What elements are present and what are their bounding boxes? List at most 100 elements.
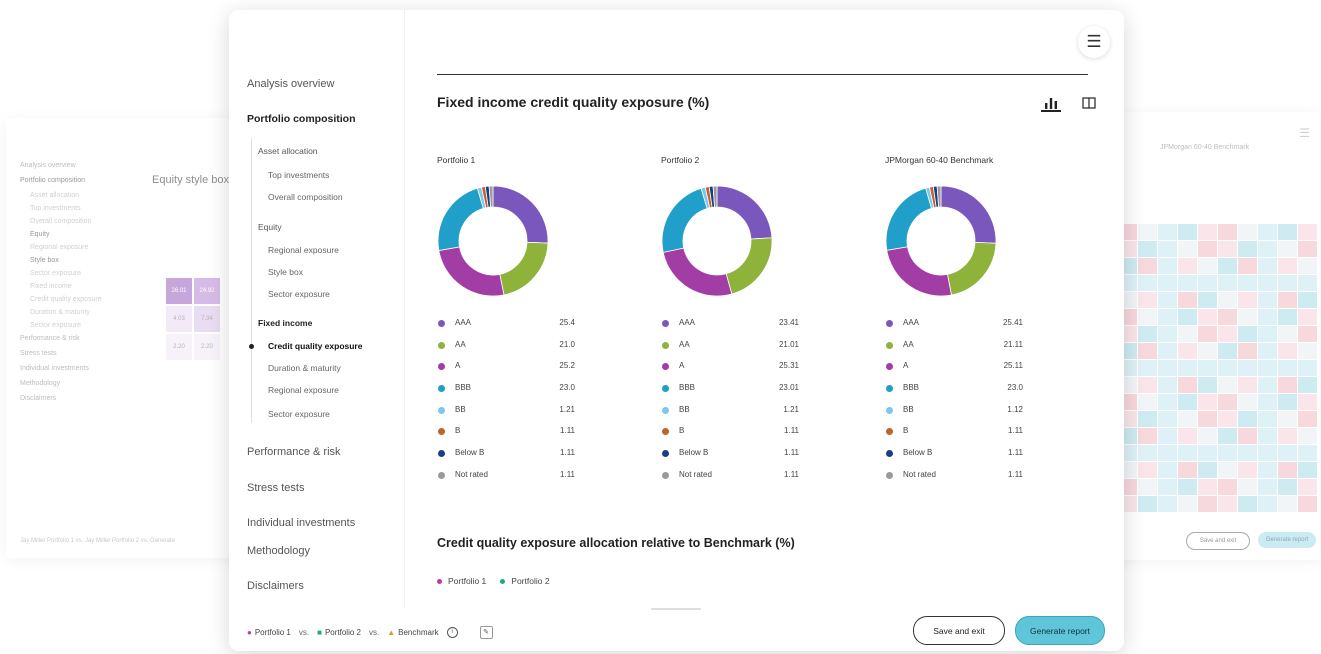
legend-category-label: A: [455, 361, 461, 371]
legend-dot: [886, 471, 893, 479]
bg-nav-item: Performance & risk: [20, 335, 80, 342]
bg-heat-cell: [1278, 343, 1297, 359]
legend-row-below-b: Below B 1.11: [661, 447, 799, 469]
nav-portfolio-composition[interactable]: Portfolio composition: [247, 113, 356, 125]
bg-heat-cell: [1178, 258, 1197, 274]
legend-row-aaa: AAA 25.41: [885, 317, 1023, 339]
bg-heat-cell: [1238, 479, 1257, 495]
main-window: Analysis overview Portfolio composition …: [229, 10, 1124, 651]
bg-heat-cell: [1158, 258, 1177, 274]
legend-dot: [886, 428, 893, 436]
legend-row-b: B 1.11: [661, 425, 799, 447]
subnav-top-investments[interactable]: Top investments: [268, 170, 329, 180]
bg-heat-cell: [1278, 445, 1297, 461]
legend-value: 25.31: [778, 361, 799, 371]
bg-nav-item: Methodology: [20, 380, 61, 387]
bg-heat-cell: [1158, 360, 1177, 376]
bg-nav-item: Sector exposure: [30, 270, 81, 277]
subnav-fixed-income[interactable]: Fixed income: [258, 318, 312, 328]
edit-icon[interactable]: ✎: [479, 626, 493, 639]
bg-heat-cell: [1298, 428, 1317, 444]
legend-row-aa: AA 21.0: [437, 339, 575, 361]
bg-heat-cell: [1278, 411, 1297, 427]
nav-individual-investments[interactable]: Individual investments: [247, 517, 355, 529]
bg-heat-cell: [1138, 343, 1157, 359]
nav-analysis-overview[interactable]: Analysis overview: [247, 78, 334, 90]
table-view-button[interactable]: [1079, 90, 1099, 110]
bg-heat-cell: [1198, 326, 1217, 342]
save-and-exit-button[interactable]: Save and exit: [913, 616, 1005, 645]
nav-performance-risk[interactable]: Performance & risk: [247, 446, 341, 458]
legend-dot: [438, 363, 445, 371]
bg-heat-cell: [1158, 343, 1177, 359]
bar-chart-icon: [1045, 98, 1057, 109]
bg-heat-cell: [1258, 258, 1277, 274]
credit-legend: AAA 25.4 AA 21.0 A 25.2 BBB 23.0 BB 1.21 B 1.11 Belo…: [437, 317, 575, 491]
portfolio-2-column: Portfolio 2 AAA 23.41 AA 21.01 A 25.31 BBB 23.0…: [661, 155, 861, 479]
subnav-style-box[interactable]: Style box: [268, 267, 303, 277]
bg-heat-cell: [1138, 275, 1157, 291]
bg-heat-row: [1118, 224, 1318, 241]
bg-heat-cell: [1238, 241, 1257, 257]
legend-value: 25.11: [1003, 361, 1023, 371]
benchmark-marker: ▲: [387, 628, 396, 637]
legend-value: 1.11: [1008, 426, 1023, 436]
legend-row-below-b: Below B 1.11: [885, 447, 1023, 469]
subnav-duration-maturity[interactable]: Duration & maturity: [268, 363, 341, 373]
legend-value: 1.11: [784, 448, 799, 458]
legend-category-label: B: [903, 426, 909, 436]
nav-disclaimers[interactable]: Disclaimers: [247, 580, 304, 592]
legend-row-aa: AA 21.01: [661, 339, 799, 361]
bg-heat-cell: [1218, 462, 1237, 478]
bg-heat-cell: [1178, 428, 1197, 444]
donut-slice-bbb: [437, 187, 484, 252]
subnav-overall-composition[interactable]: Overall composition: [268, 192, 343, 202]
hamburger-icon: ☰: [1299, 126, 1310, 140]
subnav-equity[interactable]: Equity: [258, 222, 282, 232]
hamburger-menu-button[interactable]: ☰: [1078, 26, 1110, 58]
subnav-portfolio-composition: Asset allocation Top investments Overall…: [249, 138, 402, 423]
subnav-regional-exposure-fi[interactable]: Regional exposure: [268, 385, 339, 395]
bg-heat-cell: [1258, 496, 1277, 512]
bg-heat-cell: [1138, 496, 1157, 512]
legend-category-label: AA: [903, 339, 914, 349]
legend-dot: [886, 450, 893, 458]
subnav-credit-quality-exposure[interactable]: Credit quality exposure: [268, 341, 362, 351]
legend-row-a: A 25.11: [885, 360, 1023, 382]
bg-heat-cell: [1198, 258, 1217, 274]
donut-chart: [885, 185, 997, 297]
generate-report-button[interactable]: Generate report: [1015, 616, 1105, 645]
subnav-asset-allocation[interactable]: Asset allocation: [258, 146, 318, 156]
bg-heat-cell: [1218, 343, 1237, 359]
bg-heat-cell: [1158, 377, 1177, 393]
bg-heat-cell: [1298, 496, 1317, 512]
nav-stress-tests[interactable]: Stress tests: [247, 482, 304, 494]
bg-heat-cell: [1258, 343, 1277, 359]
background-footer: Jay Miller Portfolio 1 vs. Jay Miller Po…: [20, 538, 176, 544]
legend-value: 23.01: [778, 383, 799, 393]
portfolio-1-column: Portfolio 1 AAA 25.4 AA 21.0 A 25.2 BBB 23.0 BB 1…: [437, 155, 637, 479]
chart-view-button[interactable]: [1041, 90, 1061, 112]
bg-heat-cell: [1218, 377, 1237, 393]
nav-methodology[interactable]: Methodology: [247, 545, 310, 557]
info-icon[interactable]: i: [446, 627, 458, 638]
subnav-sector-exposure-equity[interactable]: Sector exposure: [268, 289, 330, 299]
bg-heat-cell: [1198, 496, 1217, 512]
bg-heat-cell: [1158, 224, 1177, 240]
bg-heat-cell: [1298, 292, 1317, 308]
bg-nav-item: Analysis overview: [20, 162, 76, 169]
bg-heat-cell: [1218, 241, 1237, 257]
section-title: Fixed income credit quality exposure (%): [437, 94, 710, 110]
bg-heat-cell: [1258, 292, 1277, 308]
subnav-sector-exposure-fi[interactable]: Sector exposure: [268, 409, 330, 419]
legend-row-aaa: AAA 23.41: [661, 317, 799, 339]
donut-slice-a: [886, 246, 952, 297]
bg-heat-cell: [1138, 479, 1157, 495]
bg-heat-cell: [1138, 445, 1157, 461]
bg-heat-cell: [1238, 428, 1257, 444]
column-title: Portfolio 2: [661, 155, 700, 165]
subnav-regional-exposure[interactable]: Regional exposure: [268, 245, 339, 255]
bg-heat-cell: [1298, 479, 1317, 495]
bg-heat-cell: [1258, 479, 1277, 495]
legend-dot: [662, 363, 669, 371]
